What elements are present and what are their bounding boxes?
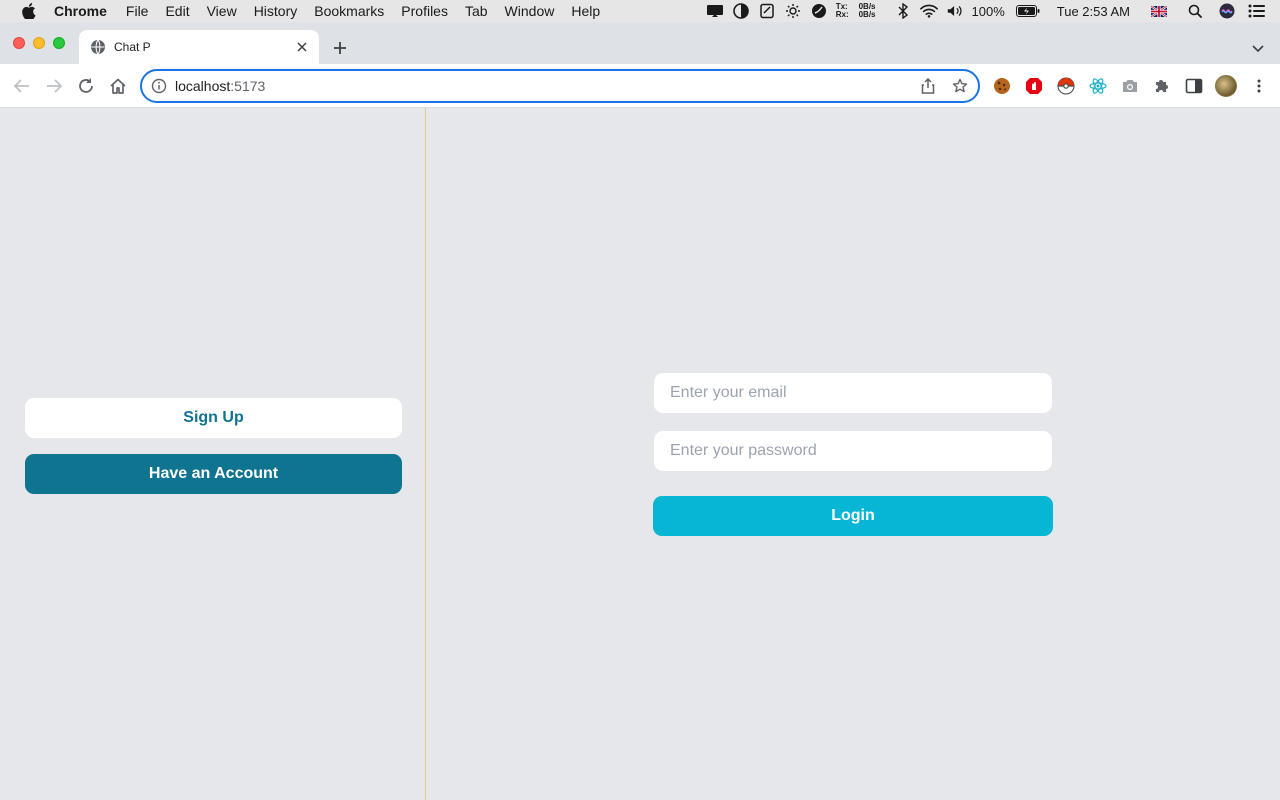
profile-avatar[interactable]: [1215, 75, 1237, 97]
sign-up-button[interactable]: Sign Up: [25, 398, 402, 438]
net-rx-value: 0B/s: [858, 10, 876, 19]
address-url[interactable]: localhost:5173: [175, 78, 919, 94]
menu-history[interactable]: History: [254, 3, 298, 19]
battery-percent: 100%: [971, 3, 1005, 19]
cookie-extension-icon[interactable]: [993, 77, 1011, 95]
spotlight-search-icon[interactable]: [1186, 3, 1204, 19]
reload-icon[interactable]: [76, 76, 96, 96]
uk-flag-icon[interactable]: [1150, 3, 1168, 19]
menubar-clock[interactable]: Tue 2:53 AM: [1057, 4, 1130, 19]
adblock-extension-icon[interactable]: [1025, 77, 1043, 95]
tab-close-icon[interactable]: [294, 39, 310, 55]
network-monitor[interactable]: Tx: Rx: 0B/s 0B/s: [836, 3, 886, 19]
home-icon[interactable]: [108, 76, 128, 96]
site-info-icon[interactable]: [151, 78, 167, 94]
chrome-menu-icon[interactable]: [1250, 77, 1268, 95]
react-devtools-icon[interactable]: [1089, 77, 1107, 95]
globe-icon: [90, 39, 106, 55]
menu-help[interactable]: Help: [571, 3, 600, 19]
volume-icon[interactable]: [946, 3, 964, 19]
menu-bookmarks[interactable]: Bookmarks: [314, 3, 384, 19]
tab-search-chevron-icon[interactable]: [1250, 40, 1266, 56]
siri-icon[interactable]: [1218, 3, 1236, 19]
window-close-button[interactable]: [13, 37, 25, 49]
menu-profiles[interactable]: Profiles: [401, 3, 448, 19]
extensions-puzzle-icon[interactable]: [1153, 77, 1171, 95]
menu-window[interactable]: Window: [505, 3, 555, 19]
new-tab-button[interactable]: [330, 38, 350, 58]
menu-app-name[interactable]: Chrome: [54, 3, 107, 19]
control-center-icon[interactable]: [1248, 3, 1266, 19]
url-host: localhost: [175, 78, 231, 94]
window-maximize-button[interactable]: [53, 37, 65, 49]
menu-edit[interactable]: Edit: [165, 3, 189, 19]
contrast-icon[interactable]: [732, 3, 750, 19]
email-field[interactable]: [654, 373, 1052, 413]
back-arrow-icon[interactable]: [12, 76, 32, 96]
menubar-status-area: Tx: Rx: 0B/s 0B/s 100% Tue 2:53 AM: [706, 0, 1280, 22]
macos-menu-bar: Chrome File Edit View History Bookmarks …: [0, 0, 1280, 22]
forward-arrow-icon[interactable]: [44, 76, 64, 96]
login-button[interactable]: Login: [653, 496, 1053, 536]
screen-mirror-icon[interactable]: [706, 3, 724, 19]
menu-view[interactable]: View: [207, 3, 237, 19]
tab-title: Chat P: [114, 40, 151, 54]
bookmark-star-icon[interactable]: [951, 77, 969, 95]
leaf-app-icon[interactable]: [810, 3, 828, 19]
window-minimize-button[interactable]: [33, 37, 45, 49]
brightness-icon[interactable]: [784, 3, 802, 19]
side-panel-icon[interactable]: [1185, 77, 1203, 95]
note-icon[interactable]: [758, 3, 776, 19]
camera-extension-icon[interactable]: [1121, 77, 1139, 95]
browser-toolbar: localhost:5173: [0, 64, 1280, 108]
browser-tab-strip: Chat P: [0, 22, 1280, 64]
pokeball-extension-icon[interactable]: [1057, 77, 1075, 95]
address-bar[interactable]: localhost:5173: [140, 69, 980, 103]
url-port: :5173: [230, 78, 266, 94]
apple-menu-icon[interactable]: [20, 3, 38, 19]
share-icon[interactable]: [919, 77, 937, 95]
net-rx-label: Rx:: [835, 10, 849, 19]
battery-icon[interactable]: [1015, 3, 1041, 19]
auth-sidebar: Sign Up Have an Account: [0, 108, 426, 800]
have-account-button[interactable]: Have an Account: [25, 454, 402, 494]
bluetooth-icon[interactable]: [894, 3, 912, 19]
password-field[interactable]: [654, 431, 1052, 471]
menu-tab[interactable]: Tab: [465, 3, 488, 19]
page-content: Sign Up Have an Account Login: [0, 108, 1280, 800]
browser-tab[interactable]: Chat P: [79, 30, 319, 64]
menu-file[interactable]: File: [126, 3, 149, 19]
wifi-icon[interactable]: [919, 3, 938, 19]
